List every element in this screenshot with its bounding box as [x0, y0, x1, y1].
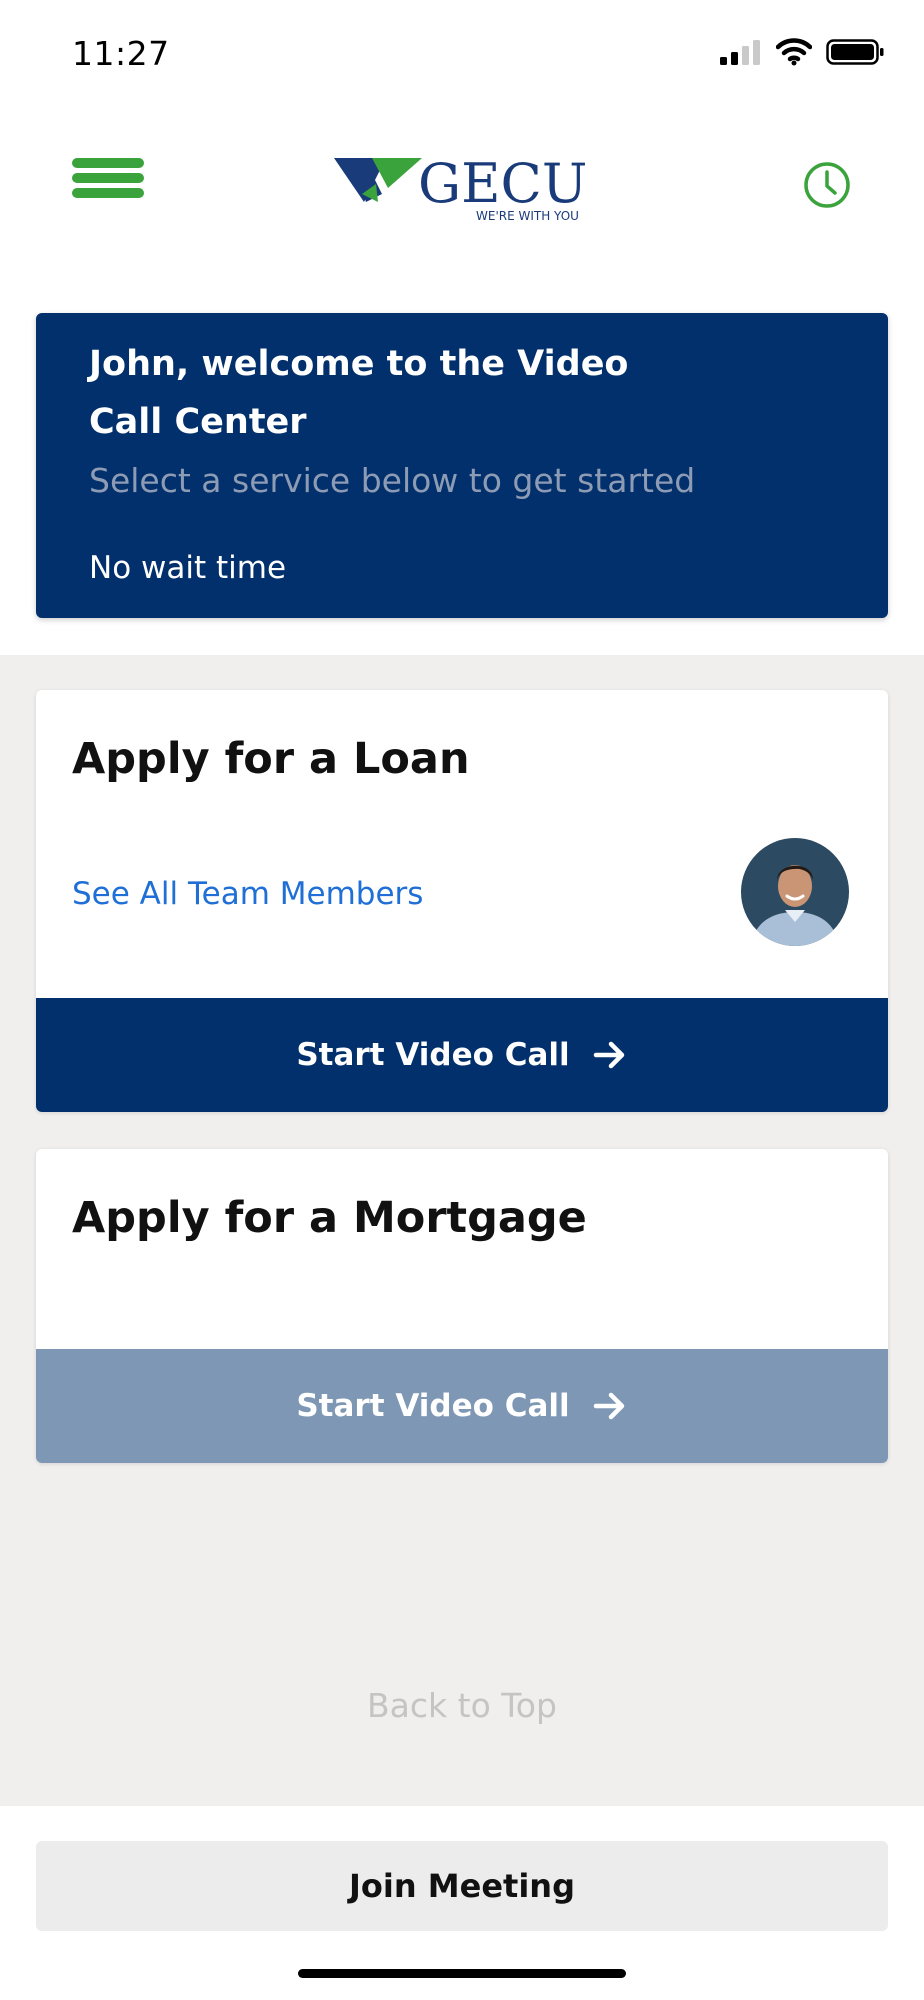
menu-icon-bar [72, 173, 144, 183]
start-video-call-button-disabled[interactable]: Start Video Call [36, 1349, 888, 1463]
welcome-title: John, welcome to the Video Call Center [89, 344, 629, 442]
menu-button[interactable] [72, 158, 144, 198]
wifi-icon [776, 38, 812, 66]
status-time: 11:27 [72, 34, 170, 73]
logo-tagline: WE'RE WITH YOU [476, 209, 579, 223]
wait-time: No wait time [89, 550, 287, 586]
arrow-right-icon [593, 1041, 624, 1069]
service-card-loan: Apply for a Loan See All Team Members St… [36, 690, 888, 1112]
signal-icon [720, 40, 760, 65]
gecu-logo: GECU WE'RE WITH YOU [334, 152, 587, 223]
start-video-call-label: Start Video Call [296, 1037, 570, 1073]
status-icons [720, 38, 884, 66]
service-card-mortgage: Apply for a Mortgage Start Video Call [36, 1149, 888, 1463]
logo-text: GECU [418, 152, 587, 215]
service-title: Apply for a Loan [72, 734, 470, 784]
arrow-right-icon [593, 1392, 624, 1420]
menu-icon-bar [72, 188, 144, 198]
service-title: Apply for a Mortgage [72, 1193, 587, 1243]
menu-icon-bar [72, 158, 144, 168]
welcome-subtitle: Select a service below to get started [89, 461, 696, 500]
welcome-banner: John, welcome to the Video Call Center S… [36, 313, 888, 618]
back-to-top-link[interactable]: Back to Top [0, 1686, 924, 1725]
join-meeting-button[interactable]: Join Meeting [36, 1841, 888, 1931]
home-indicator [298, 1969, 626, 1978]
clock-icon[interactable] [802, 160, 852, 210]
battery-icon [826, 39, 884, 65]
start-video-call-button[interactable]: Start Video Call [36, 998, 888, 1112]
team-member-avatar[interactable] [741, 838, 849, 946]
see-all-team-members-link[interactable]: See All Team Members [72, 876, 423, 912]
start-video-call-label: Start Video Call [296, 1388, 570, 1424]
